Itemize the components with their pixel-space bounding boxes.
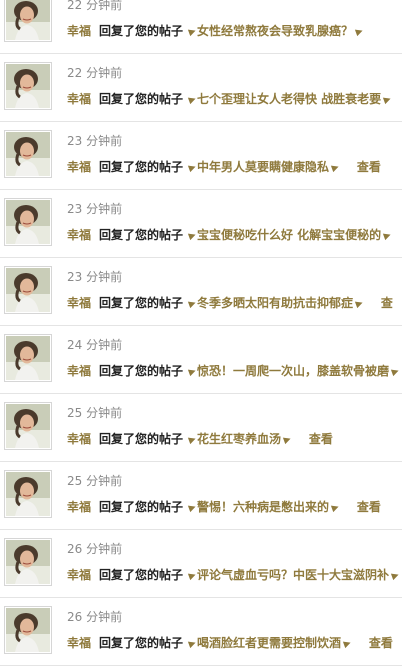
view-link[interactable]: 查 [381,296,393,310]
view-link[interactable]: 查看 [369,636,393,650]
post-title-link[interactable]: 惊恐！一周爬一次山，膝盖软骨被磨 [197,364,389,378]
notification-text: 幸福 回复了您的帖子 ▶冬季多晒太阳有助抗击抑郁症▶ 查 [67,294,402,312]
avatar[interactable] [4,606,52,654]
post-title-link[interactable]: 七个歪理让女人老得快 战胜衰老要 [197,92,381,106]
notification-text: 幸福 回复了您的帖子 ▶七个歪理让女人老得快 战胜衰老要▶ [67,90,402,108]
action-text: 回复了您的帖子 [99,296,184,310]
link-arrow-icon: ▶ [354,26,365,38]
user-link[interactable]: 幸福 [67,296,91,310]
avatar-photo-icon [6,64,50,108]
timestamp: 25 分钟前 [67,406,123,420]
user-link[interactable]: 幸福 [67,364,91,378]
post-title-link[interactable]: 花生红枣养血汤 [197,432,281,446]
notification-item: 25 分钟前 幸福 回复了您的帖子 ▶警惕！六种病是憋出来的▶ 查看 [0,462,402,530]
action-text: 回复了您的帖子 [99,500,184,514]
notification-feed: 22 分钟前 幸福 回复了您的帖子 ▶女性经常熬夜会导致乳腺癌？▶ 22 分钟前 幸… [0,0,402,666]
timestamp: 23 分钟前 [67,134,123,148]
action-text: 回复了您的帖子 [99,568,184,582]
avatar[interactable] [4,334,52,382]
avatar[interactable] [4,130,52,178]
avatar[interactable] [4,538,52,586]
notification-item: 23 分钟前 幸福 回复了您的帖子 ▶中年男人莫要瞒健康隐私▶ 查看 [0,122,402,190]
avatar-photo-icon [6,0,50,40]
link-arrow-icon: ▶ [282,434,293,446]
post-title-link[interactable]: 评论气虚血亏吗？中医十大宝滋阴补 [197,568,389,582]
timestamp: 22 分钟前 [67,0,123,12]
timestamp: 25 分钟前 [67,474,123,488]
notification-text: 幸福 回复了您的帖子 ▶女性经常熬夜会导致乳腺癌？▶ [67,22,402,40]
user-link[interactable]: 幸福 [67,636,91,650]
link-arrow-icon: ▶ [354,298,365,310]
action-text: 回复了您的帖子 [99,364,184,378]
notification-text: 幸福 回复了您的帖子 ▶宝宝便秘吃什么好 化解宝宝便秘的▶ [67,226,402,244]
link-arrow-icon: ▶ [390,570,401,582]
avatar[interactable] [4,62,52,110]
view-link[interactable]: 查看 [309,432,333,446]
avatar-photo-icon [6,608,50,652]
action-text: 回复了您的帖子 [99,636,184,650]
timestamp: 23 分钟前 [67,270,123,284]
post-title-link[interactable]: 喝酒脸红者更需要控制饮酒 [197,636,341,650]
notification-item: 25 分钟前 幸福 回复了您的帖子 ▶花生红枣养血汤▶ 查看 [0,394,402,462]
avatar[interactable] [4,266,52,314]
post-title-link[interactable]: 女性经常熬夜会导致乳腺癌？ [197,24,353,38]
timestamp: 23 分钟前 [67,202,123,216]
notification-text: 幸福 回复了您的帖子 ▶警惕！六种病是憋出来的▶ 查看 [67,498,402,516]
action-text: 回复了您的帖子 [99,228,184,242]
notification-item: 23 分钟前 幸福 回复了您的帖子 ▶宝宝便秘吃什么好 化解宝宝便秘的▶ [0,190,402,258]
action-text: 回复了您的帖子 [99,160,184,174]
timestamp: 26 分钟前 [67,610,123,624]
avatar-photo-icon [6,132,50,176]
link-arrow-icon: ▶ [330,502,341,514]
avatar-photo-icon [6,404,50,448]
avatar-photo-icon [6,336,50,380]
link-arrow-icon: ▶ [382,230,393,242]
avatar-photo-icon [6,472,50,516]
avatar-photo-icon [6,200,50,244]
action-text: 回复了您的帖子 [99,92,184,106]
link-arrow-icon: ▶ [342,638,353,650]
post-title-link[interactable]: 宝宝便秘吃什么好 化解宝宝便秘的 [197,228,381,242]
user-link[interactable]: 幸福 [67,432,91,446]
user-link[interactable]: 幸福 [67,500,91,514]
notification-text: 幸福 回复了您的帖子 ▶中年男人莫要瞒健康隐私▶ 查看 [67,158,402,176]
view-link[interactable]: 查看 [357,500,381,514]
post-title-link[interactable]: 冬季多晒太阳有助抗击抑郁症 [197,296,353,310]
user-link[interactable]: 幸福 [67,228,91,242]
notification-text: 幸福 回复了您的帖子 ▶花生红枣养血汤▶ 查看 [67,430,402,448]
notification-item: 24 分钟前 幸福 回复了您的帖子 ▶惊恐！一周爬一次山，膝盖软骨被磨▶ [0,326,402,394]
notification-item: 23 分钟前 幸福 回复了您的帖子 ▶冬季多晒太阳有助抗击抑郁症▶ 查 [0,258,402,326]
notification-item: 22 分钟前 幸福 回复了您的帖子 ▶女性经常熬夜会导致乳腺癌？▶ [0,0,402,54]
link-arrow-icon: ▶ [382,94,393,106]
view-link[interactable]: 查看 [357,160,381,174]
notification-item: 26 分钟前 幸福 回复了您的帖子 ▶评论气虚血亏吗？中医十大宝滋阴补▶ [0,530,402,598]
avatar[interactable] [4,198,52,246]
action-text: 回复了您的帖子 [99,24,184,38]
timestamp: 24 分钟前 [67,338,123,352]
timestamp: 22 分钟前 [67,66,123,80]
post-title-link[interactable]: 中年男人莫要瞒健康隐私 [197,160,329,174]
avatar-photo-icon [6,268,50,312]
user-link[interactable]: 幸福 [67,92,91,106]
notification-text: 幸福 回复了您的帖子 ▶评论气虚血亏吗？中医十大宝滋阴补▶ [67,566,402,584]
avatar[interactable] [4,470,52,518]
avatar[interactable] [4,402,52,450]
avatar-photo-icon [6,540,50,584]
link-arrow-icon: ▶ [330,162,341,174]
avatar[interactable] [4,0,52,42]
timestamp: 26 分钟前 [67,542,123,556]
notification-item: 26 分钟前 幸福 回复了您的帖子 ▶喝酒脸红者更需要控制饮酒▶ 查看 [0,598,402,666]
notification-item: 22 分钟前 幸福 回复了您的帖子 ▶七个歪理让女人老得快 战胜衰老要▶ [0,54,402,122]
notification-text: 幸福 回复了您的帖子 ▶喝酒脸红者更需要控制饮酒▶ 查看 [67,634,402,652]
user-link[interactable]: 幸福 [67,160,91,174]
user-link[interactable]: 幸福 [67,568,91,582]
user-link[interactable]: 幸福 [67,24,91,38]
post-title-link[interactable]: 警惕！六种病是憋出来的 [197,500,329,514]
action-text: 回复了您的帖子 [99,432,184,446]
notification-text: 幸福 回复了您的帖子 ▶惊恐！一周爬一次山，膝盖软骨被磨▶ [67,362,402,380]
link-arrow-icon: ▶ [390,366,401,378]
